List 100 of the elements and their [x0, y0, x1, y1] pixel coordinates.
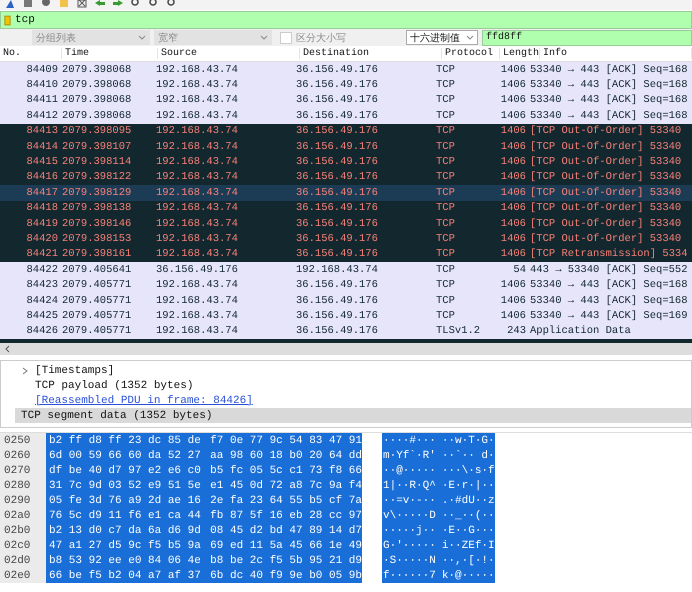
packet-row[interactable]: 84417 2079.398129 192.168.43.74 36.156.49.176 TCP 1406 [TCP Out-Of-Order] 53340	[0, 185, 692, 201]
table-cell-text: 192.168.43.74	[155, 125, 239, 138]
packet-row[interactable]: 84413 2079.398095 192.168.43.74 36.156.49.176 TCP 1406 [TCP Out-Of-Order] 53340	[0, 124, 692, 139]
source-column-header[interactable]: Source	[158, 48, 300, 59]
byte-offset: 0270	[0, 463, 46, 478]
packet-row[interactable]: 84414 2079.398107 192.168.43.74 36.156.49.176 TCP 1406 [TCP Out-Of-Order] 53340	[0, 138, 692, 154]
hex-bytes: 6d 00 59 66 60 da 52 27	[49, 450, 201, 462]
table-cell-text: 243	[506, 325, 526, 338]
table-cell-text: 36.156.49.176	[295, 218, 379, 230]
table-cell-text: 54	[512, 264, 526, 276]
packet-row[interactable]: 84426 2079.405771 192.168.43.74 36.156.49.176 TLSv1.2 243 Application Data	[0, 324, 692, 340]
table-cell-text: 36.156.49.176	[155, 264, 239, 276]
ascii-bytes: i··ZEf·I	[442, 540, 495, 552]
packet-row[interactable]: 84421 2079.398161 192.168.43.74 36.156.49.176 TCP 1406 [TCP Retransmission] 5334	[0, 246, 692, 262]
table-cell-text: [TCP Out-Of-Order] 53340	[529, 218, 682, 230]
info-column-header[interactable]: Info	[540, 48, 692, 59]
hex-bytes: b8 be 2c f5 5b 95 21 d9	[210, 554, 362, 567]
table-cell-text: 192.168.43.74	[155, 156, 239, 168]
table-cell-text: 84411	[25, 94, 58, 106]
detail-text: TCP payload (1352 bytes)	[35, 380, 194, 392]
table-cell-text: 192.168.43.74	[155, 248, 239, 260]
search-field[interactable]: ffd8ff	[482, 30, 692, 46]
table-cell-text: TCP	[435, 218, 456, 230]
stop-icon[interactable]	[22, 0, 34, 8]
table-cell-text: 2079.398153	[61, 232, 132, 245]
table-cell-text: 36.156.49.176	[295, 186, 379, 199]
ascii-bytes: ··,·[·!·	[442, 554, 495, 567]
table-cell-text: 2079.398114	[61, 156, 132, 168]
hex-bytes: df be 40 d7 97 e2 e6 c0	[49, 464, 201, 477]
back-arrow-icon[interactable]	[94, 0, 106, 8]
forward-arrow-icon[interactable]	[112, 0, 124, 8]
packet-row[interactable]: 84409 2079.398068 192.168.43.74 36.156.49.176 TCP 1406 53340 → 443 [ACK] Seq=168	[0, 62, 692, 78]
hex-bytes: 05 fe 3d 76 a9 2d ae 16	[49, 494, 201, 507]
table-cell-text: 1406	[500, 294, 526, 307]
table-cell-text: 2079.398107	[61, 140, 132, 153]
close-icon[interactable]	[76, 0, 88, 8]
destination-column-header[interactable]: Destination	[300, 48, 442, 59]
protocol-column-header[interactable]: Protocol	[442, 48, 500, 59]
byte-offset: 02a0	[0, 508, 46, 524]
ascii-bytes: ··`·· d·	[442, 450, 495, 462]
hex-bytes: 47 a1 27 d5 9c f5 b5 9a	[49, 540, 201, 552]
packet-row[interactable]: 84410 2079.398068 192.168.43.74 36.156.49.176 TCP 1406 53340 → 443 [ACK] Seq=168	[0, 77, 692, 93]
no-column-header[interactable]: No.	[0, 48, 62, 59]
time-column-header[interactable]: Time	[62, 48, 158, 59]
ascii-bytes: ····#···	[383, 434, 436, 447]
table-cell-text: 1406	[500, 202, 526, 214]
table-cell-text: 192.168.43.74	[155, 218, 239, 230]
table-cell-text: 36.156.49.176	[295, 140, 379, 153]
table-cell-text: 36.156.49.176	[295, 94, 379, 106]
table-cell-text: 192.168.43.74	[155, 79, 239, 92]
byte-offset: 0260	[0, 448, 46, 464]
table-cell-text: 192.168.43.74	[155, 279, 239, 292]
hex-bytes: b2 13 d0 c7 da 6a d6 9d	[49, 524, 201, 537]
fin-icon[interactable]	[4, 0, 16, 8]
packet-row[interactable]: 84419 2079.398146 192.168.43.74 36.156.49.176 TCP 1406 [TCP Out-Of-Order] 53340	[0, 216, 692, 232]
frame-link[interactable]: [Reassembled PDU in frame: 84426]	[35, 394, 253, 407]
packet-row[interactable]: 84415 2079.398114 192.168.43.74 36.156.49.176 TCP 1406 [TCP Out-Of-Order] 53340	[0, 154, 692, 170]
table-cell-text: 36.156.49.176	[295, 325, 379, 338]
table-cell-text: 36.156.49.176	[295, 79, 379, 92]
table-cell-text: 84412	[25, 110, 58, 122]
ascii-bytes: ·S·····N	[383, 554, 436, 567]
hex-bytes: 66 be f5 b2 04 a7 af 37	[49, 570, 201, 582]
packet-row[interactable]: 84420 2079.398153 192.168.43.74 36.156.49.176 TCP 1406 [TCP Out-Of-Order] 53340	[0, 231, 692, 247]
table-cell-text: TCP	[435, 125, 456, 138]
ascii-bytes: f······7	[383, 570, 436, 582]
ascii-bytes: ···\·s·f	[442, 464, 495, 477]
table-cell-text: 2079.398068	[61, 79, 132, 92]
search-type-dropdown[interactable]: 十六进制值	[406, 30, 478, 45]
hex-bytes: b8 53 92 ee e0 84 06 4e	[49, 554, 201, 567]
table-cell-text: 192.168.43.74	[155, 171, 239, 184]
display-filter-field[interactable]: tcp	[0, 11, 692, 29]
table-cell-text: 192.168.43.74	[155, 232, 239, 245]
packet-row[interactable]: 84411 2079.398068 192.168.43.74 36.156.49.176 TCP 1406 53340 → 443 [ACK] Seq=168	[0, 92, 692, 108]
case-sensitive-checkbox[interactable]	[280, 32, 292, 44]
table-cell-text: 36.156.49.176	[295, 171, 379, 184]
table-cell-text: 84420	[25, 232, 58, 245]
scroll-left-icon[interactable]	[4, 345, 10, 354]
ascii-bytes: ··_··(··	[442, 510, 495, 522]
detail-text: TCP segment data (1352 bytes)	[21, 410, 212, 422]
packet-row[interactable]: 84422 2079.405641 36.156.49.176 192.168.43.74 TCP 54 443 → 53340 [ACK] Seq=552	[0, 262, 692, 278]
length-column-header[interactable]: Length	[500, 48, 540, 59]
table-cell-text: 192.168.43.74	[155, 294, 239, 307]
packet-row[interactable]: 84418 2079.398138 192.168.43.74 36.156.49.176 TCP 1406 [TCP Out-Of-Order] 53340	[0, 200, 692, 216]
table-cell-text: 36.156.49.176	[295, 279, 379, 292]
table-cell-text: [TCP Out-Of-Order] 53340	[529, 156, 682, 168]
table-cell-text: 84417	[25, 186, 58, 199]
table-cell-text: 84419	[25, 218, 58, 230]
table-cell-text: Application Data	[529, 325, 632, 338]
horizontal-scrollbar[interactable]	[0, 343, 692, 356]
packet-row[interactable]: 84425 2079.405771 192.168.43.74 36.156.49.176 TCP 1406 53340 → 443 [ACK] Seq=169	[0, 308, 692, 324]
bookmark-icon[interactable]	[4, 14, 11, 26]
packet-row[interactable]: 84416 2079.398122 192.168.43.74 36.156.49.176 TCP 1406 [TCP Out-Of-Order] 53340	[0, 170, 692, 186]
packet-row[interactable]: 84423 2079.405771 192.168.43.74 36.156.49.176 TCP 1406 53340 → 443 [ACK] Seq=168	[0, 277, 692, 293]
table-cell-text: 1406	[500, 64, 526, 76]
packet-row[interactable]: 84412 2079.398068 192.168.43.74 36.156.49.176 TCP 1406 53340 → 443 [ACK] Seq=168	[0, 108, 692, 124]
table-cell-text: TCP	[435, 279, 456, 292]
table-cell-text: 1406	[500, 186, 526, 199]
table-cell-text: 192.168.43.74	[155, 310, 239, 322]
packet-row[interactable]: 84424 2079.405771 192.168.43.74 36.156.49.176 TCP 1406 53340 → 443 [ACK] Seq=168	[0, 292, 692, 308]
hex-bytes: 2e fa 23 64 55 b5 cf 7a	[210, 494, 362, 507]
